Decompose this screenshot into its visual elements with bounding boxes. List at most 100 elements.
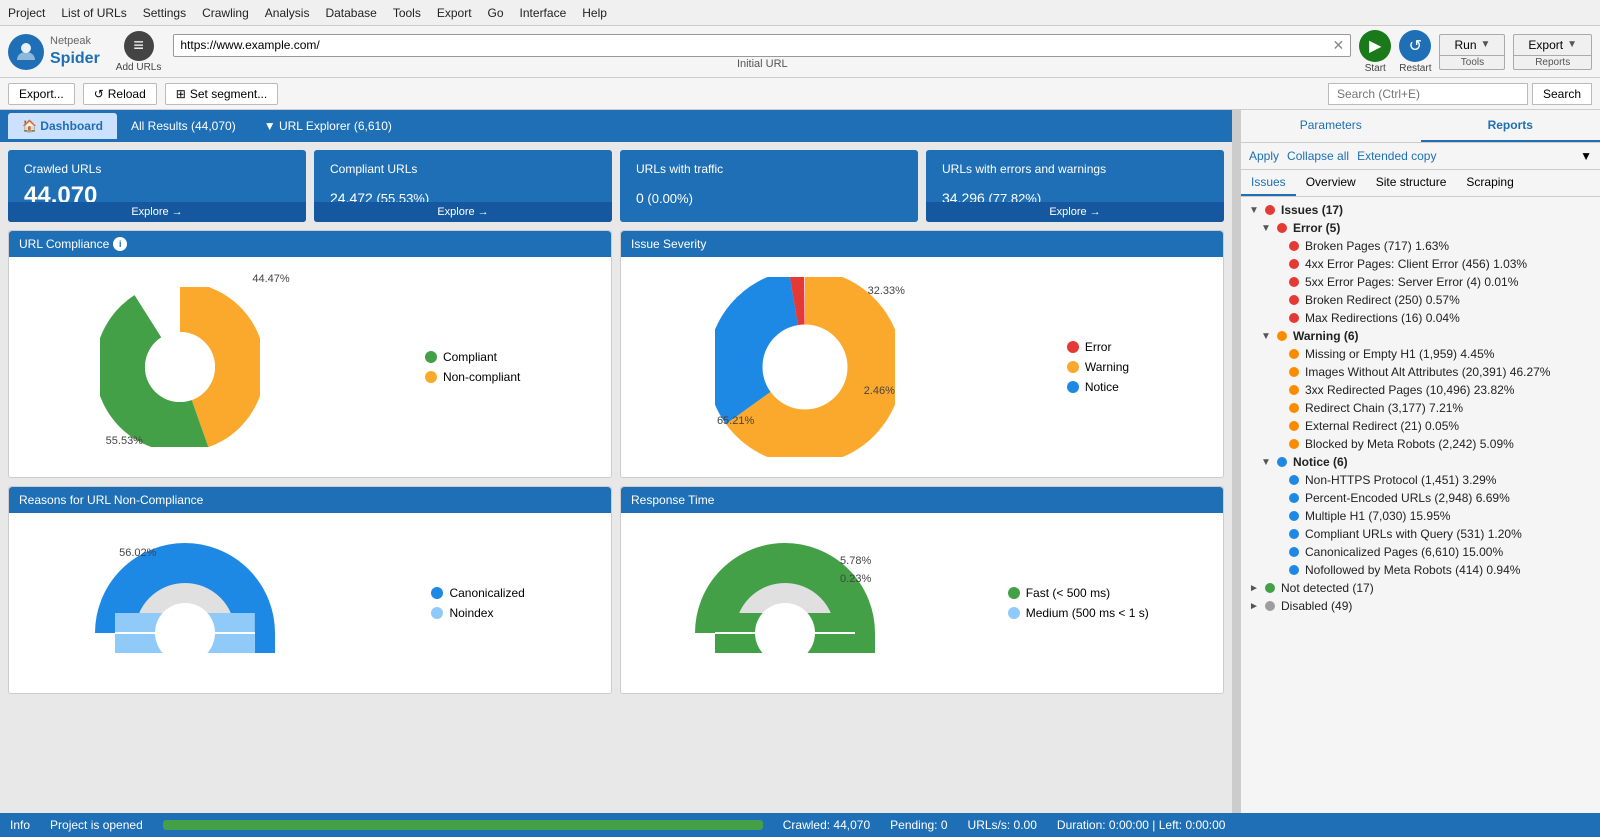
tree-item[interactable]: 4xx Error Pages: Client Error (456) 1.03… bbox=[1241, 255, 1600, 273]
expand-icon[interactable]: ▼ bbox=[1249, 205, 1261, 216]
tree-item[interactable]: Missing or Empty H1 (1,959) 4.45% bbox=[1241, 345, 1600, 363]
menu-export[interactable]: Export bbox=[437, 6, 472, 20]
menu-list-of-urls[interactable]: List of URLs bbox=[61, 6, 126, 20]
tree-item[interactable]: External Redirect (21) 0.05% bbox=[1241, 417, 1600, 435]
stat-traffic: URLs with traffic 0 (0.00%) bbox=[620, 150, 918, 222]
tree-item[interactable]: Non-HTTPS Protocol (1,451) 3.29% bbox=[1241, 471, 1600, 489]
tree-text: Compliant URLs with Query (531) 1.20% bbox=[1305, 527, 1592, 541]
noindex-dot bbox=[431, 607, 443, 619]
tree-text: Error (5) bbox=[1293, 221, 1592, 235]
menu-analysis[interactable]: Analysis bbox=[265, 6, 310, 20]
left-scrollbar[interactable] bbox=[1232, 110, 1240, 813]
url-clear-icon[interactable]: ✕ bbox=[1333, 37, 1345, 54]
tree-item[interactable]: Redirect Chain (3,177) 7.21% bbox=[1241, 399, 1600, 417]
legend-noindex: Noindex bbox=[431, 606, 524, 620]
response-time-legend: Fast (< 500 ms) Medium (500 ms < 1 s) bbox=[1008, 586, 1149, 620]
tree-item[interactable]: Images Without Alt Attributes (20,391) 4… bbox=[1241, 363, 1600, 381]
search-input[interactable] bbox=[1328, 83, 1528, 105]
url-bar-container: ✕ Initial URL bbox=[173, 34, 1351, 70]
start-button[interactable]: ▶ Start bbox=[1359, 30, 1391, 74]
tree-text: Nofollowed by Meta Robots (414) 0.94% bbox=[1305, 563, 1592, 577]
menu-settings[interactable]: Settings bbox=[143, 6, 186, 20]
errors-title: URLs with errors and warnings bbox=[942, 162, 1208, 176]
canonicalized-label: Canonicalized bbox=[449, 586, 524, 600]
non-compliance-title: Reasons for URL Non-Compliance bbox=[9, 487, 611, 513]
expand-icon[interactable]: ▼ bbox=[1261, 457, 1273, 468]
tree-item[interactable]: 5xx Error Pages: Server Error (4) 0.01% bbox=[1241, 273, 1600, 291]
tab-all-results[interactable]: All Results (44,070) bbox=[117, 113, 250, 139]
menu-project[interactable]: Project bbox=[8, 6, 45, 20]
run-tools-button[interactable]: Run ▼ Tools bbox=[1439, 34, 1505, 70]
action-bar: Export... ↺ Reload ⊞ Set segment... Sear… bbox=[0, 78, 1600, 110]
menu-database[interactable]: Database bbox=[325, 6, 376, 20]
tree-item[interactable]: ▼Warning (6) bbox=[1241, 327, 1600, 345]
issues-tab-issues[interactable]: Issues bbox=[1241, 170, 1296, 196]
legend-compliant: Compliant bbox=[425, 350, 520, 364]
url-compliance-panel: URL Compliance i 44.47% 55.53% bbox=[8, 230, 612, 478]
tree-item[interactable]: ►Not detected (17) bbox=[1241, 579, 1600, 597]
tree-item[interactable]: ▼ Issues (17) bbox=[1241, 201, 1600, 219]
errors-explore[interactable]: Explore → bbox=[926, 202, 1224, 222]
search-area: Search bbox=[1328, 83, 1592, 105]
tree-item[interactable]: Percent-Encoded URLs (2,948) 6.69% bbox=[1241, 489, 1600, 507]
tree-item[interactable]: Compliant URLs with Query (531) 1.20% bbox=[1241, 525, 1600, 543]
tab-parameters[interactable]: Parameters bbox=[1241, 110, 1421, 142]
error-label: Error bbox=[1085, 340, 1112, 354]
menu-interface[interactable]: Interface bbox=[520, 6, 567, 20]
expand-icon[interactable]: ► bbox=[1249, 601, 1261, 612]
expand-icon[interactable]: ▼ bbox=[1261, 223, 1273, 234]
segment-label: Set segment... bbox=[190, 87, 267, 101]
issues-tab-scraping[interactable]: Scraping bbox=[1456, 170, 1523, 196]
extended-copy-link[interactable]: Extended copy bbox=[1357, 149, 1436, 163]
notice-label: Notice bbox=[1085, 380, 1119, 394]
tree-item[interactable]: Broken Redirect (250) 0.57% bbox=[1241, 291, 1600, 309]
apply-link[interactable]: Apply bbox=[1249, 149, 1279, 163]
tree-item[interactable]: ► Disabled (49) bbox=[1241, 597, 1600, 615]
tab-url-explorer[interactable]: ▼ URL Explorer (6,610) bbox=[250, 113, 406, 139]
tree-text: Disabled (49) bbox=[1281, 599, 1592, 613]
right-action-dropdown[interactable]: ▼ bbox=[1580, 149, 1592, 163]
menu-go[interactable]: Go bbox=[488, 6, 504, 20]
tree-item[interactable]: 3xx Redirected Pages (10,496) 23.82% bbox=[1241, 381, 1600, 399]
non-compliance-chart: 56.02% bbox=[95, 543, 275, 663]
tab-dashboard[interactable]: 🏠 Dashboard bbox=[8, 113, 117, 139]
info-icon: i bbox=[113, 237, 127, 251]
reload-label: Reload bbox=[108, 87, 146, 101]
tree-item[interactable]: Multiple H1 (7,030) 15.95% bbox=[1241, 507, 1600, 525]
export-reports-button[interactable]: Export ▼ Reports bbox=[1513, 34, 1592, 70]
restart-button[interactable]: ↺ Restart bbox=[1399, 30, 1431, 74]
tree-item[interactable]: Broken Pages (717) 1.63% bbox=[1241, 237, 1600, 255]
add-urls-button[interactable]: ≡ Add URLs bbox=[116, 31, 162, 73]
segment-button[interactable]: ⊞ Set segment... bbox=[165, 83, 278, 105]
search-button[interactable]: Search bbox=[1532, 83, 1592, 105]
issues-tab-overview[interactable]: Overview bbox=[1296, 170, 1366, 196]
menu-crawling[interactable]: Crawling bbox=[202, 6, 249, 20]
expand-icon[interactable]: ► bbox=[1249, 583, 1261, 594]
response-time-panel: Response Time 5.78% 0.23% bbox=[620, 486, 1224, 694]
tree-dot bbox=[1277, 223, 1287, 233]
crawled-explore[interactable]: Explore → bbox=[8, 202, 306, 222]
export-dropdown-arrow: ▼ bbox=[1567, 39, 1577, 50]
tree-item[interactable]: Canonicalized Pages (6,610) 15.00% bbox=[1241, 543, 1600, 561]
crawled-title: Crawled URLs bbox=[24, 162, 290, 176]
tab-dashboard-label: Dashboard bbox=[40, 119, 103, 133]
tree-item[interactable]: Nofollowed by Meta Robots (414) 0.94% bbox=[1241, 561, 1600, 579]
tree-dot bbox=[1289, 259, 1299, 269]
tree-dot bbox=[1289, 277, 1299, 287]
menu-help[interactable]: Help bbox=[582, 6, 607, 20]
reload-button[interactable]: ↺ Reload bbox=[83, 83, 157, 105]
url-input[interactable] bbox=[180, 38, 1332, 52]
tree-item[interactable]: ▼Notice (6) bbox=[1241, 453, 1600, 471]
tree-item[interactable]: Max Redirections (16) 0.04% bbox=[1241, 309, 1600, 327]
issues-tab-site-structure[interactable]: Site structure bbox=[1366, 170, 1457, 196]
tab-reports[interactable]: Reports bbox=[1421, 110, 1600, 142]
tree-area: ▼ Issues (17) ▼ Error (5) Broken Pages (717)… bbox=[1241, 197, 1600, 813]
menu-tools[interactable]: Tools bbox=[393, 6, 421, 20]
tree-text: Issues (17) bbox=[1281, 203, 1592, 217]
expand-icon[interactable]: ▼ bbox=[1261, 331, 1273, 342]
compliant-explore[interactable]: Explore → bbox=[314, 202, 612, 222]
tree-item[interactable]: ▼ Error (5) bbox=[1241, 219, 1600, 237]
tree-item[interactable]: Blocked by Meta Robots (2,242) 5.09% bbox=[1241, 435, 1600, 453]
collapse-all-link[interactable]: Collapse all bbox=[1287, 149, 1349, 163]
export-button[interactable]: Export... bbox=[8, 83, 75, 105]
